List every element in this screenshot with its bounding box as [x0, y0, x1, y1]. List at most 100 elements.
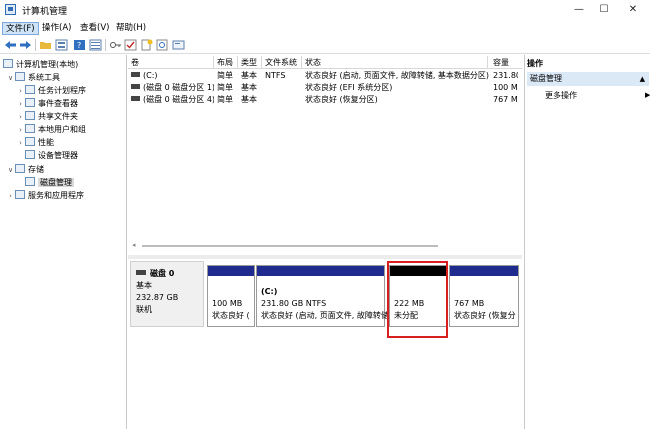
scroll-left-icon[interactable]: ◂ — [132, 241, 136, 249]
volume-name: (C:) — [143, 71, 158, 80]
actions-section-disk-management[interactable]: 磁盘管理 ▲ — [527, 72, 649, 86]
tree-item-services-applications[interactable]: › 服务和应用程序 — [6, 189, 84, 202]
disk-icon — [136, 270, 146, 275]
column-header-capacity[interactable]: 容量 — [490, 56, 522, 69]
details-icon[interactable] — [89, 39, 102, 51]
partition-status: 状态良好 ( — [212, 311, 250, 320]
menu-action[interactable]: 操作(A) — [39, 22, 74, 35]
forward-icon[interactable] — [19, 39, 32, 51]
volume-status: 状态良好 (启动, 页面文件, 故障转储, 基本数据分区) — [305, 71, 490, 80]
actions-section-label: 磁盘管理 — [530, 74, 562, 83]
column-header-volume[interactable]: 卷 — [128, 56, 214, 69]
volume-list-header: 卷 布局 类型 文件系统 状态 容量 — [128, 56, 522, 69]
more-actions-item[interactable]: 更多操作 ▶ — [545, 89, 650, 102]
back-icon[interactable] — [4, 39, 17, 51]
highlight-box — [387, 261, 448, 338]
volume-layout: 简单 — [217, 83, 233, 92]
table-row[interactable]: (C:) 简单 基本 NTFS 状态良好 (启动, 页面文件, 故障转储, 基本… — [128, 70, 522, 82]
toolbar-divider — [35, 39, 36, 51]
volume-type: 基本 — [241, 71, 257, 80]
volume-list-scrollbar[interactable]: ◂ — [128, 240, 522, 251]
volume-name: (磁盘 0 磁盘分区 1) — [143, 83, 214, 92]
disk-size: 232.87 GB — [136, 293, 179, 302]
partition-bar — [450, 266, 518, 276]
partition-size: 767 MB — [454, 299, 485, 308]
tree-item-computer-management[interactable]: 计算机管理(本地) — [3, 58, 78, 71]
window-title: 计算机管理 — [22, 7, 68, 17]
help-icon[interactable]: ? — [73, 39, 86, 51]
column-header-status[interactable]: 状态 — [302, 56, 488, 69]
navigation-tree: 计算机管理(本地) ∨ 系统工具 › 任务计划程序 › 事件查看器 › 共享文件夹 › 本… — [0, 55, 127, 429]
volume-status: 状态良好 (EFI 系统分区) — [305, 83, 393, 92]
volume-type: 基本 — [241, 95, 257, 104]
tree-item-device-manager[interactable]: 设备管理器 — [16, 149, 78, 162]
minimize-button[interactable]: — — [566, 0, 592, 20]
title-bar: 计算机管理 — ☐ ✕ — [0, 0, 650, 20]
chevron-down-icon[interactable]: ∨ — [6, 164, 15, 177]
tree-item-event-viewer[interactable]: › 事件查看器 — [16, 97, 78, 110]
chevron-down-icon[interactable]: ∨ — [6, 72, 15, 85]
volume-layout: 简单 — [217, 95, 233, 104]
maximize-button[interactable]: ☐ — [591, 0, 617, 20]
tree-item-storage[interactable]: ∨ 存储 — [6, 163, 44, 176]
properties-icon[interactable] — [55, 39, 68, 51]
partition-status: 状态良好 (启动, 页面文件, 故障转储, 基 — [261, 311, 402, 320]
volume-type: 基本 — [241, 83, 257, 92]
partition-efi[interactable]: 100 MB 状态良好 ( — [207, 265, 255, 327]
partition-bar — [208, 266, 254, 276]
svg-text:?: ? — [77, 41, 81, 50]
scrollbar-thumb[interactable] — [142, 245, 438, 247]
shared-folder-icon — [25, 111, 35, 120]
tree-item-performance[interactable]: › 性能 — [16, 136, 54, 149]
partition-recovery[interactable]: 767 MB 状态良好 (恢复分 — [449, 265, 519, 327]
event-viewer-icon — [25, 98, 35, 107]
tree-item-disk-management[interactable]: 磁盘管理 — [16, 176, 74, 189]
tree-item-local-users-groups[interactable]: › 本地用户和组 — [16, 123, 86, 136]
volume-name: (磁盘 0 磁盘分区 4) — [143, 95, 214, 104]
column-header-type[interactable]: 类型 — [238, 56, 262, 69]
collapse-icon[interactable]: ▲ — [640, 72, 645, 86]
volume-icon — [131, 96, 140, 101]
tree-item-shared-folders[interactable]: › 共享文件夹 — [16, 110, 78, 123]
disk-name: 磁盘 0 — [150, 269, 175, 278]
column-header-filesystem[interactable]: 文件系统 — [262, 56, 302, 69]
partition-bar — [257, 266, 384, 276]
volume-layout: 简单 — [217, 71, 233, 80]
users-icon — [25, 124, 35, 133]
column-header-layout[interactable]: 布局 — [214, 56, 238, 69]
menu-help[interactable]: 帮助(H) — [113, 22, 149, 35]
table-row[interactable]: (磁盘 0 磁盘分区 4) 简单 基本 状态良好 (恢复分区) 767 MB — [128, 94, 522, 106]
search-icon[interactable] — [156, 39, 169, 51]
volume-icon — [131, 72, 140, 77]
disk-info[interactable]: 磁盘 0 基本 232.87 GB 联机 — [130, 261, 204, 327]
menu-view[interactable]: 查看(V) — [77, 22, 112, 35]
performance-icon — [25, 137, 35, 146]
chevron-right-icon: ▶ — [645, 91, 650, 99]
partition-size: 231.80 GB NTFS — [261, 299, 327, 308]
chevron-right-icon[interactable]: › — [6, 190, 15, 203]
more-actions-label: 更多操作 — [545, 91, 577, 100]
clock-icon — [25, 85, 35, 94]
table-row[interactable]: (磁盘 0 磁盘分区 1) 简单 基本 状态良好 (EFI 系统分区) 100 … — [128, 82, 522, 94]
new-icon[interactable] — [140, 39, 153, 51]
computer-icon — [3, 59, 13, 68]
key-icon[interactable] — [109, 39, 122, 51]
volume-status: 状态良好 (恢复分区) — [305, 95, 378, 104]
check-icon[interactable] — [124, 39, 137, 51]
menu-file[interactable]: 文件(F) — [2, 22, 39, 35]
volume-filesystem: NTFS — [265, 71, 286, 80]
close-button[interactable]: ✕ — [620, 0, 646, 20]
volume-list-vertical-scrollbar[interactable] — [518, 70, 522, 240]
partition-c[interactable]: (C:) 231.80 GB NTFS 状态良好 (启动, 页面文件, 故障转储… — [256, 265, 402, 327]
folder-icon[interactable] — [39, 39, 52, 51]
partition-status: 状态良好 (恢复分 — [454, 311, 516, 320]
volume-icon — [131, 84, 140, 89]
storage-icon — [15, 164, 25, 173]
computer-management-icon — [5, 4, 16, 15]
tree-item-system-tools[interactable]: ∨ 系统工具 — [6, 71, 60, 84]
tools-icon — [15, 72, 25, 81]
tree-item-task-scheduler[interactable]: › 任务计划程序 — [16, 84, 86, 97]
disk-type: 基本 — [136, 281, 152, 290]
disk-status: 联机 — [136, 305, 152, 314]
console-icon[interactable] — [172, 39, 185, 51]
